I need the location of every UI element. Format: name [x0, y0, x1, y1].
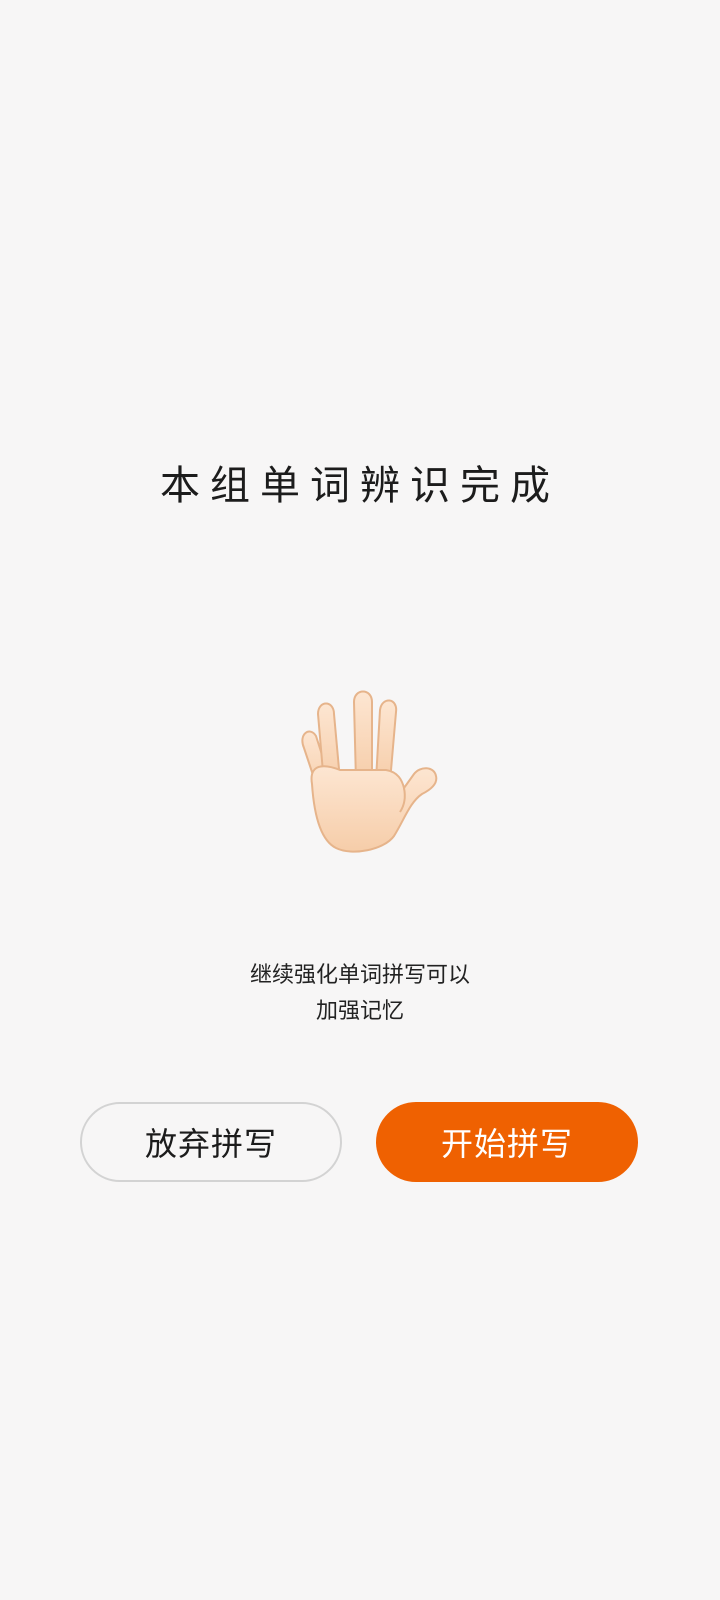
page-title: 本组单词辨识完成 [160, 463, 560, 509]
abandon-spelling-button[interactable]: 放弃拼写 [80, 1102, 342, 1182]
message-line-1: 继续强化单词拼写可以 [249, 963, 470, 988]
message-line-2: 加强记忆 [315, 999, 404, 1024]
vulcan-salute-hand-icon [290, 690, 440, 855]
start-spelling-button[interactable]: 开始拼写 [376, 1102, 638, 1182]
encouragement-message: 继续强化单词拼写可以 加强记忆 [0, 958, 720, 1030]
